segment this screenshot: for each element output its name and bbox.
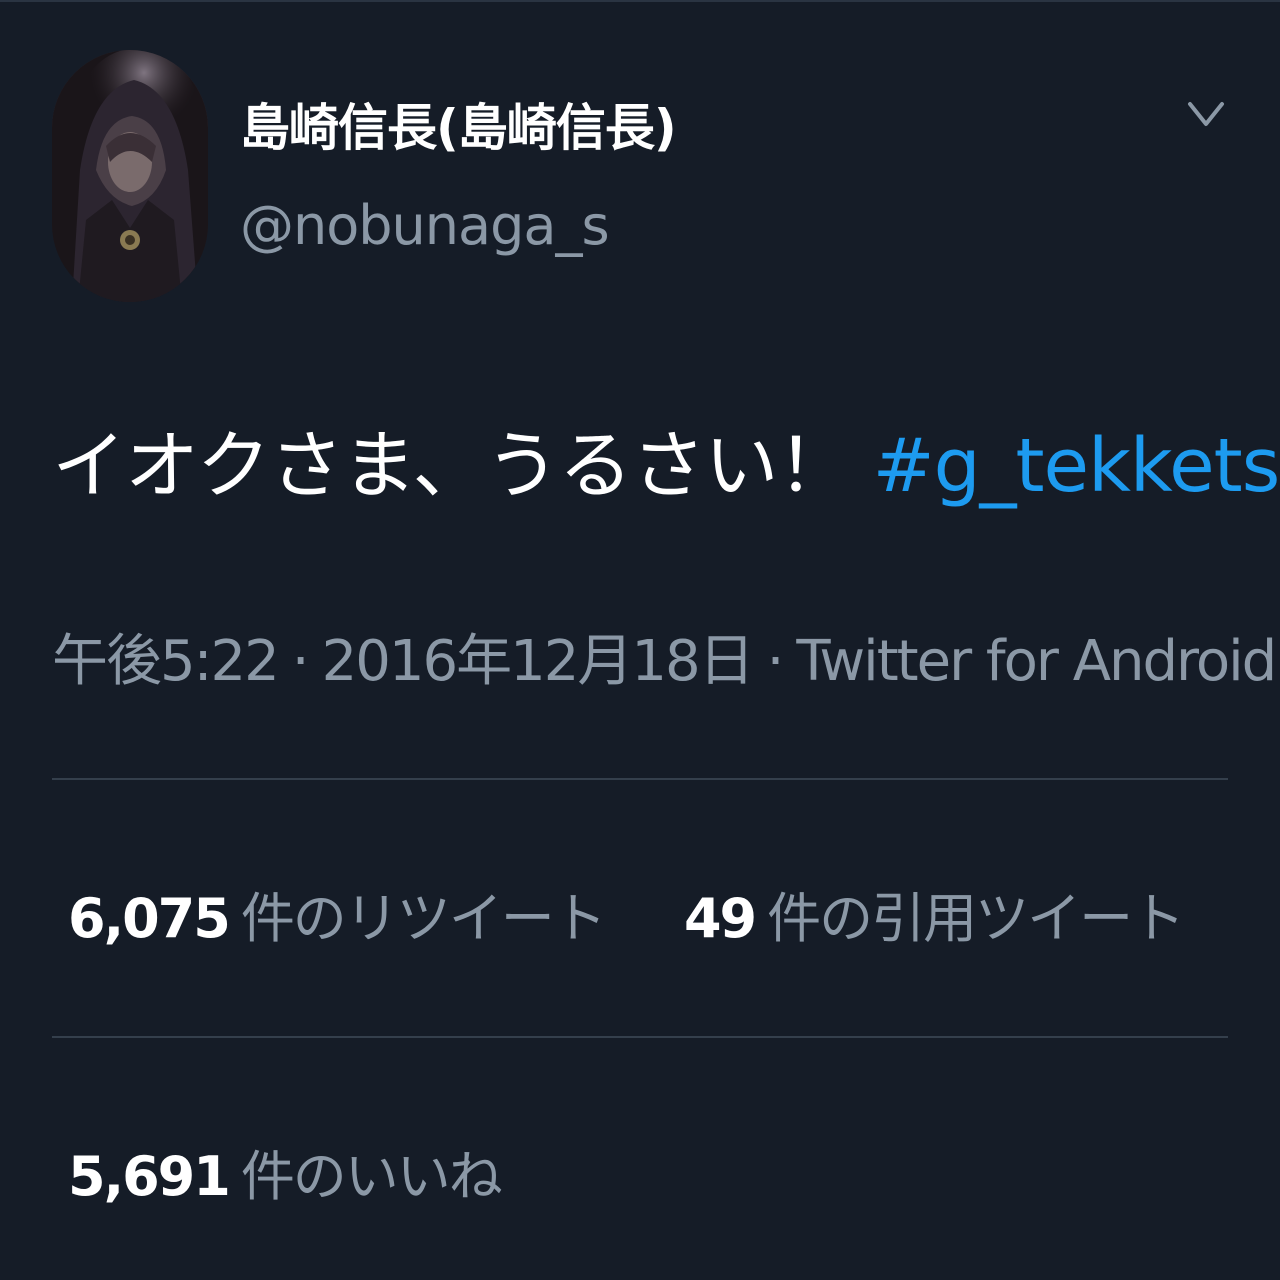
display-name[interactable]: 島崎信長(島崎信長) — [240, 88, 677, 160]
hashtag-link[interactable]: #g_tekketsu — [873, 423, 1280, 509]
quote-label: 件の引用ツイート — [767, 887, 1185, 950]
retweet-label: 件のリツイート — [240, 887, 607, 950]
divider — [52, 1036, 1228, 1038]
tweet-text: イオクさま、うるさい！ #g_tekketsu — [52, 406, 1280, 513]
likes-stat[interactable]: 5,691 件のいいね — [68, 1132, 503, 1211]
avatar[interactable] — [52, 50, 208, 302]
tweet-body: イオクさま、うるさい！ — [52, 423, 852, 509]
retweet-count: 6,075 — [68, 887, 231, 950]
likes-row: 5,691 件のいいね — [68, 1132, 503, 1211]
retweets-stat[interactable]: 6,075 件のリツイート — [68, 874, 607, 953]
tweet-detail: 島崎信長(島崎信長) @nobunaga_s イオクさま、うるさい！ #g_tek… — [0, 0, 1280, 1280]
like-count: 5,691 — [68, 1145, 231, 1208]
like-label: 件のいいね — [240, 1145, 503, 1208]
meta-separator: · — [766, 629, 785, 694]
tweet-meta: 午後5:22 · 2016年12月18日 · Twitter for Android — [52, 616, 1277, 697]
tweet-date[interactable]: 2016年12月18日 — [322, 629, 755, 694]
chevron-down-icon[interactable] — [1184, 94, 1228, 134]
quotes-stat[interactable]: 49 件の引用ツイート — [683, 874, 1185, 953]
user-avatar-image — [52, 50, 208, 302]
tweet-source[interactable]: Twitter for Android — [796, 629, 1277, 694]
meta-separator: · — [291, 629, 310, 694]
engagement-stats: 6,075 件のリツイート 49 件の引用ツイート — [68, 874, 1185, 953]
divider — [52, 778, 1228, 780]
quote-count: 49 — [683, 887, 757, 950]
user-handle[interactable]: @nobunaga_s — [240, 194, 610, 257]
tweet-time[interactable]: 午後5:22 — [52, 629, 280, 694]
